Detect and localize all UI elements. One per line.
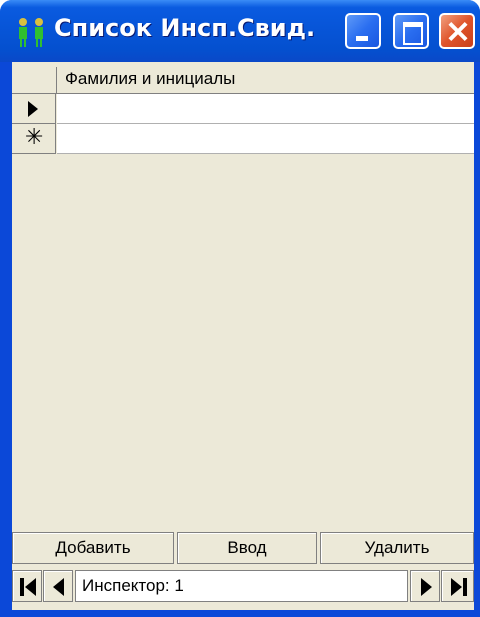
window-border-right — [474, 62, 480, 617]
next-icon — [421, 578, 432, 596]
column-header-name[interactable]: Фамилия и инициалы — [57, 67, 474, 94]
window-title: Список Инсп.Свид. — [54, 14, 316, 42]
row-selector-current[interactable] — [12, 94, 56, 124]
previous-record-button[interactable] — [43, 570, 73, 602]
add-button[interactable]: Добавить — [12, 532, 174, 564]
minimize-button[interactable] — [345, 13, 381, 49]
record-indicator: Инспектор: 1 — [75, 570, 408, 602]
previous-icon — [53, 578, 64, 596]
first-record-icon — [20, 578, 24, 596]
column-header-label: Фамилия и инициалы — [65, 69, 236, 88]
last-record-button[interactable] — [441, 570, 474, 602]
window-border-left — [0, 62, 12, 617]
first-record-button[interactable] — [12, 570, 42, 602]
grid-corner[interactable] — [12, 67, 57, 94]
title-bar[interactable]: Список Инсп.Свид. — [0, 0, 480, 62]
current-row-arrow-icon — [28, 101, 38, 117]
app-window: Список Инсп.Свид. Фамилия и инициалы ✳ Д… — [0, 0, 480, 617]
people-icon — [19, 18, 43, 47]
maximize-button[interactable] — [393, 13, 429, 49]
grid-cell-new-name[interactable] — [57, 124, 474, 154]
row-selector-new[interactable]: ✳ — [12, 124, 56, 154]
enter-button[interactable]: Ввод — [177, 532, 317, 564]
client-area: Фамилия и инициалы ✳ Добавить Ввод Удали… — [12, 62, 474, 610]
new-row-asterisk-icon: ✳ — [25, 125, 44, 150]
next-record-button[interactable] — [410, 570, 440, 602]
window-border-bottom — [0, 610, 480, 617]
close-button[interactable] — [439, 13, 475, 49]
delete-button[interactable]: Удалить — [320, 532, 474, 564]
grid-cell-name[interactable] — [57, 94, 474, 124]
record-indicator-text: Инспектор: 1 — [82, 576, 184, 595]
last-record-icon — [451, 578, 462, 596]
record-navigator: Инспектор: 1 — [12, 568, 474, 604]
